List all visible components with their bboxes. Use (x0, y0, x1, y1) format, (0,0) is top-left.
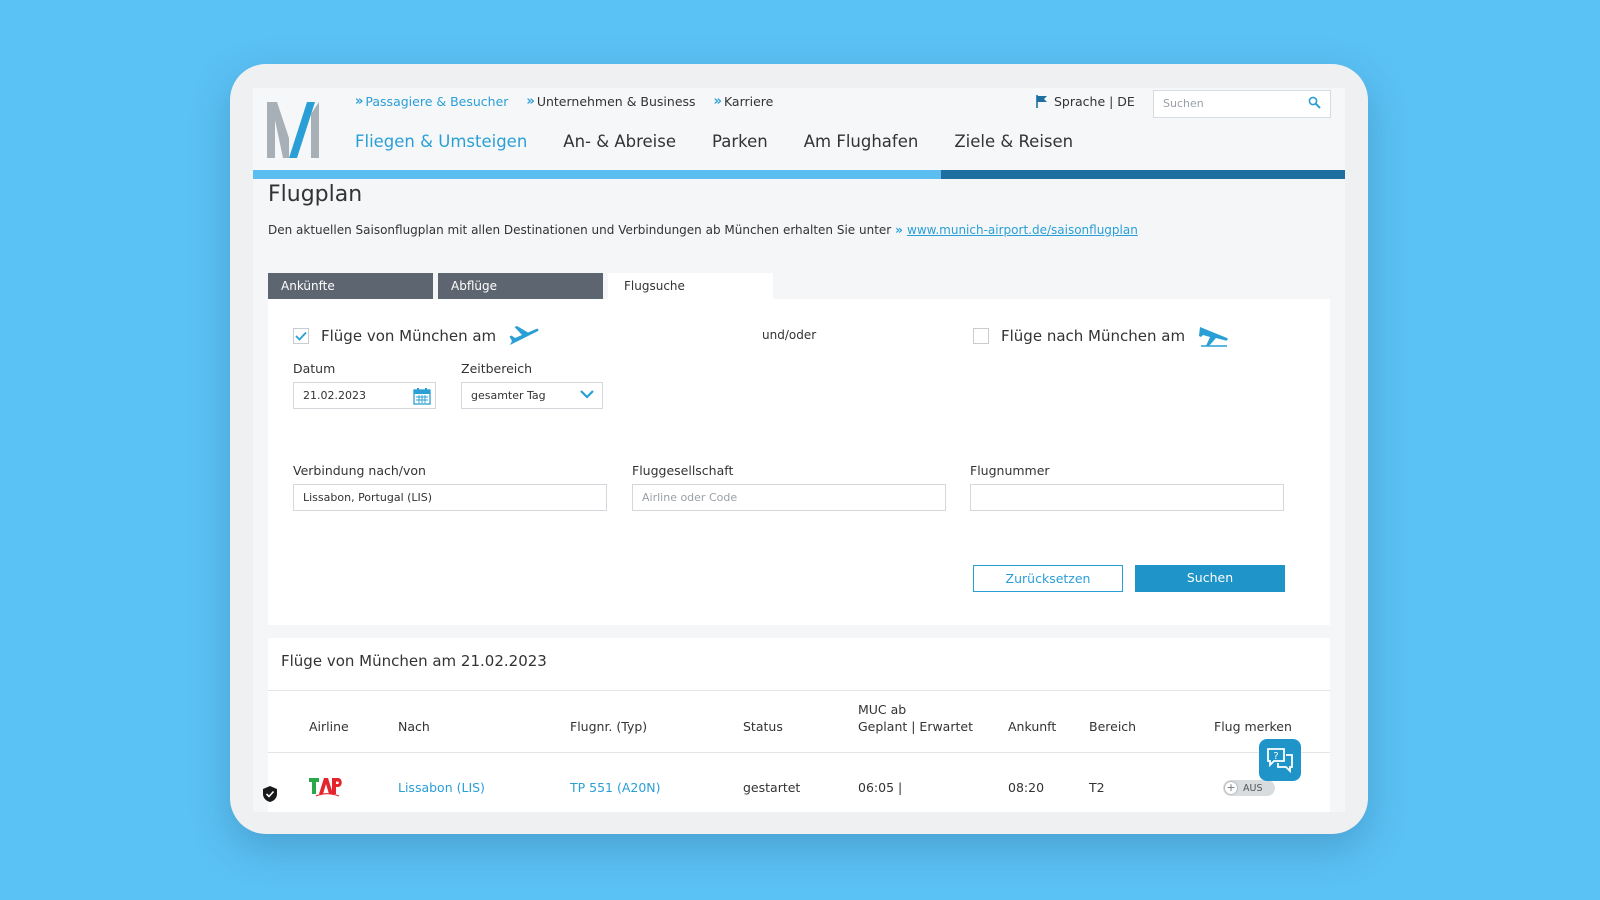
column-header-remember: Flug merken (1214, 719, 1292, 734)
main-navigation: Fliegen & Umsteigen An- & Abreise Parken… (355, 132, 1073, 151)
checkmark-icon (295, 331, 307, 341)
svg-text:?: ? (1273, 751, 1278, 762)
divider (268, 690, 1330, 691)
time-range-value: gesamter Tag (471, 389, 546, 402)
airline-input[interactable]: Airline oder Code (632, 484, 946, 511)
row-status: gestartet (743, 780, 801, 795)
column-header-airline[interactable]: Airline (309, 718, 349, 735)
mainnav-item-parken[interactable]: Parken (712, 132, 768, 151)
header-accent-bar (253, 170, 1345, 179)
from-munich-label: Flüge von München am (321, 327, 497, 345)
flight-search-form: Flüge von München am und/oder Flüge nach… (268, 299, 1330, 625)
munich-airport-logo[interactable] (267, 100, 321, 158)
header-accent-bar-dark (941, 170, 1345, 179)
to-munich-option: Flüge nach München am (973, 325, 1229, 347)
saisonflugplan-link[interactable]: www.munich-airport.de/saisonflugplan (907, 223, 1138, 237)
search-button[interactable]: Suchen (1135, 565, 1285, 592)
row-departure: 06:05 | (858, 780, 903, 795)
page-title: Flugplan (268, 182, 363, 207)
intro-text: Den aktuellen Saisonflugplan mit allen D… (268, 223, 1138, 237)
tab-ankuenfte[interactable]: Ankünfte (268, 273, 433, 299)
date-value: 21.02.2023 (303, 389, 366, 402)
row-arrival: 08:20 (1008, 780, 1045, 795)
date-label: Datum (293, 361, 336, 376)
divider (268, 752, 1330, 753)
column-header-muc-line1: MUC ab (858, 702, 907, 717)
chat-help-icon: ? (1267, 748, 1293, 773)
connection-label: Verbindung nach/von (293, 463, 426, 478)
mainnav-item-anreise[interactable]: An- & Abreise (563, 132, 676, 151)
row-area: T2 (1089, 780, 1105, 795)
language-switch[interactable]: Sprache | DE (1036, 94, 1135, 109)
column-header-to[interactable]: Nach (398, 718, 430, 735)
reset-button[interactable]: Zurücksetzen (973, 565, 1123, 592)
intro-sentence: Den aktuellen Saisonflugplan mit allen D… (268, 223, 892, 237)
chevron-right-icon: » (355, 94, 364, 109)
chevron-right-icon: » (895, 223, 907, 237)
site-search-input[interactable]: Suchen (1153, 90, 1331, 118)
chevron-right-icon: » (526, 94, 535, 109)
airline-label: Fluggesellschaft (632, 463, 734, 478)
time-range-select[interactable]: gesamter Tag (461, 382, 603, 409)
to-munich-checkbox[interactable] (973, 328, 989, 344)
shield-icon[interactable] (263, 786, 277, 802)
chat-button[interactable]: ? (1259, 739, 1301, 781)
language-label: Sprache | DE (1054, 94, 1135, 109)
topnav-label: Unternehmen & Business (536, 94, 696, 109)
time-range-label: Zeitbereich (461, 361, 533, 376)
column-header-muc-line2: Geplant | Erwartet (858, 719, 973, 734)
column-header-area[interactable]: Bereich (1089, 718, 1136, 735)
toggle-label: AUS (1243, 782, 1263, 794)
top-navigation: » Passagiere & Besucher » Unternehmen & … (355, 94, 773, 109)
column-header-status[interactable]: Status (743, 718, 783, 735)
site-header: » Passagiere & Besucher » Unternehmen & … (253, 88, 1345, 180)
chevron-right-icon: » (713, 94, 723, 109)
plane-departure-icon (509, 326, 539, 345)
topnav-label: Karriere (723, 94, 774, 109)
from-munich-checkbox[interactable] (293, 328, 309, 344)
flightno-label: Flugnummer (970, 463, 1050, 478)
mainnav-item-fliegen[interactable]: Fliegen & Umsteigen (355, 132, 527, 151)
topnav-item-unternehmen[interactable]: » Unternehmen & Business (526, 94, 695, 109)
tap-airline-logo (309, 778, 342, 797)
from-munich-option: Flüge von München am (293, 325, 540, 347)
row-flightno-link[interactable]: TP 551 (A20N) (570, 780, 661, 795)
flight-tabs: Ankünfte Abflüge Flugsuche (268, 273, 773, 299)
chevron-down-icon (580, 390, 594, 399)
search-placeholder: Suchen (1163, 97, 1204, 110)
topnav-label: Passagiere & Besucher (365, 94, 509, 109)
row-destination-link[interactable]: Lissabon (LIS) (398, 780, 485, 795)
to-munich-label: Flüge nach München am (1001, 327, 1186, 345)
and-or-label: und/oder (762, 328, 817, 342)
search-icon[interactable] (1308, 96, 1321, 109)
plus-icon: + (1224, 781, 1238, 795)
flightno-input[interactable] (970, 484, 1284, 511)
column-header-flightno[interactable]: Flugnr. (Typ) (570, 718, 647, 735)
plane-arrival-icon (1199, 327, 1228, 347)
browser-screen: » Passagiere & Besucher » Unternehmen & … (253, 88, 1345, 812)
results-panel: Flüge von München am 21.02.2023 Airline … (268, 638, 1330, 812)
tab-abfluege[interactable]: Abflüge (438, 273, 603, 299)
topnav-item-passagiere[interactable]: » Passagiere & Besucher (355, 94, 508, 109)
date-field[interactable]: 21.02.2023 (293, 382, 436, 409)
connection-input[interactable]: Lissabon, Portugal (LIS) (293, 484, 607, 511)
calendar-icon[interactable] (413, 387, 431, 405)
results-title: Flüge von München am 21.02.2023 (281, 652, 547, 670)
tab-flugsuche[interactable]: Flugsuche (608, 273, 773, 299)
mainnav-item-ziele[interactable]: Ziele & Reisen (954, 132, 1073, 151)
topnav-item-karriere[interactable]: » Karriere (714, 94, 774, 109)
remember-flight-toggle[interactable]: + AUS (1223, 780, 1275, 796)
column-header-muc[interactable]: MUC ab Geplant | Erwartet (858, 701, 973, 735)
column-header-arrival[interactable]: Ankunft (1008, 718, 1056, 735)
flag-icon (1036, 95, 1047, 108)
mainnav-item-am-flughafen[interactable]: Am Flughafen (804, 132, 919, 151)
